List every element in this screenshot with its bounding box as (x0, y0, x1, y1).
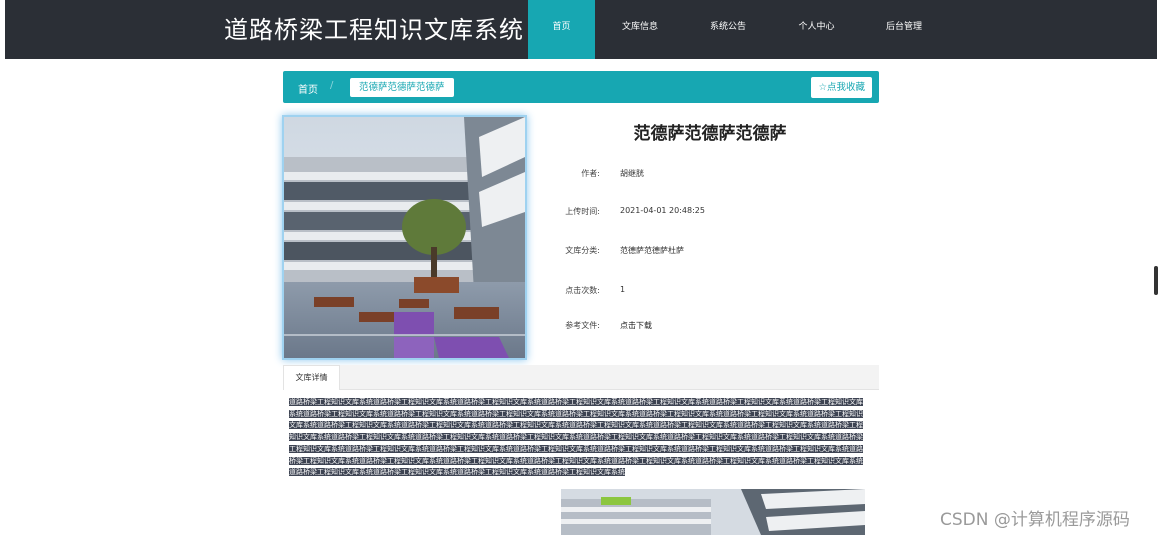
nav-item-library[interactable]: 文库信息 (595, 0, 685, 59)
page-scrollbar[interactable] (1154, 266, 1158, 295)
category-label: 文库分类: (565, 246, 600, 255)
upload-time-label: 上传时间: (565, 207, 600, 216)
content-text: 道路桥梁工程知识文库系统道路桥梁工程知识文库系统道路桥梁工程知识文库系统道路桥梁… (289, 398, 863, 477)
breadcrumb-current: 范德萨范德萨范德萨 (350, 78, 454, 97)
nav-item-personal-center[interactable]: 个人中心 (771, 0, 862, 59)
main-nav: 首页 文库信息 系统公告 个人中心 后台管理 (528, 0, 946, 59)
site-title: 道路桥梁工程知识文库系统 (224, 16, 524, 44)
nav-item-home[interactable]: 首页 (528, 0, 595, 59)
tab-library-details[interactable]: 文库详情 (283, 365, 340, 390)
author-value: 胡继胱 (620, 169, 644, 178)
top-navbar: 道路桥梁工程知识文库系统 首页 文库信息 系统公告 个人中心 后台管理 (5, 0, 1157, 59)
nav-item-announcements[interactable]: 系统公告 (685, 0, 771, 59)
breadcrumb-home-link[interactable]: 首页 (298, 81, 318, 96)
reference-file-label: 参考文件: (565, 321, 600, 330)
click-count-value: 1 (620, 285, 626, 294)
author-label: 作者: (581, 169, 600, 178)
favorite-button[interactable]: ☆点我收藏 (811, 77, 872, 98)
content-image (561, 489, 865, 535)
nav-item-admin[interactable]: 后台管理 (862, 0, 946, 59)
csdn-watermark: CSDN @计算机程序源码 (940, 510, 1130, 530)
tabs-header: 文库详情 (283, 365, 879, 390)
breadcrumb-separator: / (330, 80, 334, 91)
category-value: 范德萨范德萨杜萨 (620, 246, 684, 255)
breadcrumb: 首页 / 范德萨范德萨范德萨 ☆点我收藏 (283, 71, 879, 103)
detail-tabs: 文库详情 道路桥梁工程知识文库系统道路桥梁工程知识文库系统道路桥梁工程知识文库系… (283, 365, 879, 535)
document-cover-image (282, 115, 527, 360)
document-content: 道路桥梁工程知识文库系统道路桥梁工程知识文库系统道路桥梁工程知识文库系统道路桥梁… (289, 397, 867, 490)
click-count-label: 点击次数: (565, 286, 600, 295)
document-title: 范德萨范德萨范德萨 (633, 124, 787, 144)
download-link[interactable]: 点击下载 (620, 320, 652, 331)
upload-time-value: 2021-04-01 20:48:25 (620, 206, 705, 215)
